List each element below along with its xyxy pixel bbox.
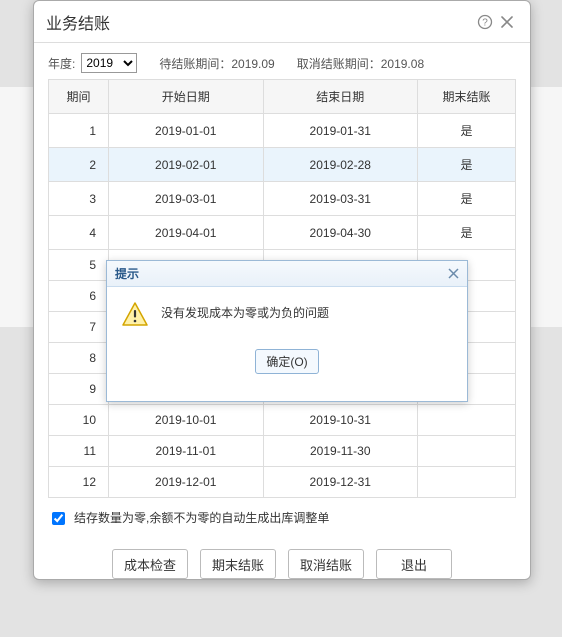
dialog-header: 业务结账 ? [34, 1, 530, 43]
table-header-row: 期间 开始日期 结束日期 期末结账 [49, 80, 516, 114]
cell-period: 12 [49, 467, 109, 498]
auto-adjust-row: 结存数量为零,余额不为零的自动生成出库调整单 [34, 498, 530, 533]
col-start: 开始日期 [109, 80, 264, 114]
alert-ok-button[interactable]: 确定(O) [255, 349, 318, 374]
alert-message: 没有发现成本为零或为负的问题 [161, 301, 329, 321]
table-row[interactable]: 42019-04-012019-04-30是 [49, 216, 516, 250]
dialog-footer: 成本检查 期末结账 取消结账 退出 [34, 533, 530, 579]
cancel-close-button[interactable]: 取消结账 [288, 549, 364, 579]
year-label: 年度: [48, 55, 75, 72]
dialog-title: 业务结账 [46, 10, 110, 34]
table-row[interactable]: 112019-11-012019-11-30 [49, 436, 516, 467]
cell-end: 2019-01-31 [263, 114, 418, 148]
svg-text:?: ? [482, 17, 488, 28]
table-row[interactable]: 102019-10-012019-10-31 [49, 405, 516, 436]
cell-closed [418, 405, 516, 436]
cell-period: 8 [49, 343, 109, 374]
cell-start: 2019-01-01 [109, 114, 264, 148]
close-icon[interactable] [496, 11, 518, 33]
year-select[interactable]: 2019 [81, 53, 137, 73]
cost-check-button[interactable]: 成本检查 [112, 549, 188, 579]
col-period: 期间 [49, 80, 109, 114]
auto-adjust-checkbox[interactable] [52, 512, 65, 525]
cell-end: 2019-02-28 [263, 148, 418, 182]
auto-adjust-label[interactable]: 结存数量为零,余额不为零的自动生成出库调整单 [74, 509, 329, 526]
table-row[interactable]: 22019-02-012019-02-28是 [49, 148, 516, 182]
cell-closed [418, 467, 516, 498]
alert-close-icon[interactable] [448, 266, 459, 282]
pending-period-label: 待结账期间：2019.09 [159, 55, 274, 72]
table-row[interactable]: 122019-12-012019-12-31 [49, 467, 516, 498]
cell-start: 2019-12-01 [109, 467, 264, 498]
cell-closed: 是 [418, 148, 516, 182]
cell-period: 9 [49, 374, 109, 405]
cell-period: 10 [49, 405, 109, 436]
cell-start: 2019-04-01 [109, 216, 264, 250]
col-end: 结束日期 [263, 80, 418, 114]
warning-icon [121, 301, 149, 329]
cell-period: 2 [49, 148, 109, 182]
cell-end: 2019-04-30 [263, 216, 418, 250]
cell-period: 4 [49, 216, 109, 250]
cell-start: 2019-10-01 [109, 405, 264, 436]
alert-header: 提示 [107, 261, 467, 287]
period-close-button[interactable]: 期末结账 [200, 549, 276, 579]
cancel-period-label: 取消结账期间：2019.08 [297, 55, 424, 72]
cell-period: 1 [49, 114, 109, 148]
cell-closed [418, 436, 516, 467]
cell-end: 2019-03-31 [263, 182, 418, 216]
exit-button[interactable]: 退出 [376, 549, 452, 579]
alert-dialog: 提示 没有发现成本为零或为负的问题 确定(O) [106, 260, 468, 402]
toolbar: 年度: 2019 待结账期间：2019.09 取消结账期间：2019.08 [34, 43, 530, 79]
cell-start: 2019-11-01 [109, 436, 264, 467]
cell-period: 11 [49, 436, 109, 467]
cell-end: 2019-12-31 [263, 467, 418, 498]
cell-closed: 是 [418, 182, 516, 216]
cell-end: 2019-10-31 [263, 405, 418, 436]
table-row[interactable]: 32019-03-012019-03-31是 [49, 182, 516, 216]
alert-title: 提示 [115, 265, 139, 282]
cell-closed: 是 [418, 114, 516, 148]
cell-end: 2019-11-30 [263, 436, 418, 467]
cell-period: 6 [49, 281, 109, 312]
col-closed: 期末结账 [418, 80, 516, 114]
table-row[interactable]: 12019-01-012019-01-31是 [49, 114, 516, 148]
cell-period: 5 [49, 250, 109, 281]
cell-start: 2019-03-01 [109, 182, 264, 216]
help-icon[interactable]: ? [474, 11, 496, 33]
cell-period: 7 [49, 312, 109, 343]
cell-start: 2019-02-01 [109, 148, 264, 182]
cell-closed: 是 [418, 216, 516, 250]
cell-period: 3 [49, 182, 109, 216]
